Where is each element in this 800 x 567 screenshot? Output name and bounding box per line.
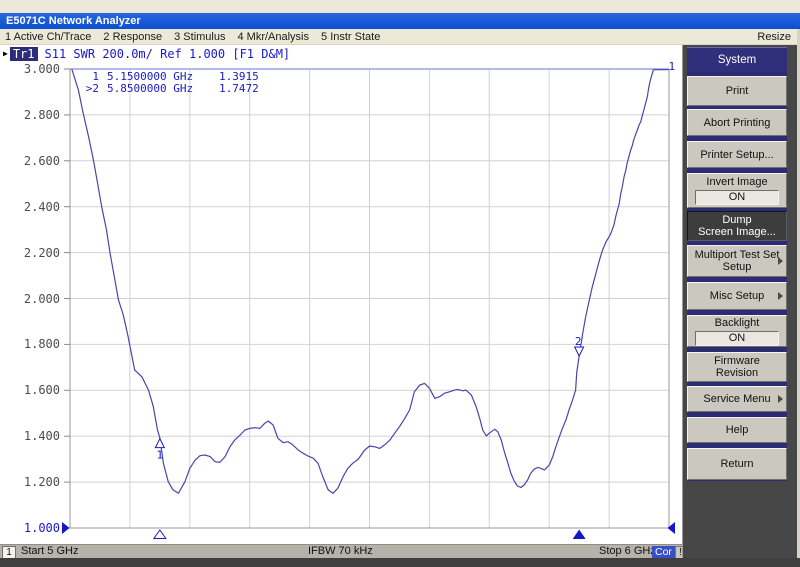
firmware-revision-button[interactable]: Firmware Revision (687, 352, 787, 382)
service-menu-button[interactable]: Service Menu (687, 386, 787, 412)
softkey-state: ON (695, 190, 779, 205)
marker-value: 1.7472 (219, 83, 259, 95)
y-tick-label: 2.800 (4, 109, 60, 121)
submenu-arrow-icon (778, 292, 783, 300)
softkey-label: Invert Image (706, 176, 767, 188)
softkey-label: Printer Setup... (700, 149, 773, 161)
y-tick-label: 1.600 (4, 384, 60, 396)
multiport-test-set-setup-button[interactable]: Multiport Test Set Setup (687, 245, 787, 277)
softkey-label: Firmware Revision (714, 355, 760, 379)
menu-item-4[interactable]: 4 Mkr/Analysis (237, 31, 309, 43)
submenu-arrow-icon (778, 395, 783, 403)
start-frequency-label: Start 5 GHz (21, 545, 78, 558)
softkey-label: Dump Screen Image... (698, 214, 776, 238)
y-tick-label: 3.000 (4, 63, 60, 75)
submenu-arrow-icon (778, 257, 783, 265)
status-bar: 1 Start 5 GHz IFBW 70 kHz Stop 6 GHz Cor… (0, 544, 684, 558)
resize-control[interactable]: Resize (757, 31, 800, 43)
window-title: E5071C Network Analyzer (6, 15, 141, 27)
printer-setup-button[interactable]: Printer Setup... (687, 141, 787, 168)
y-tick-label: 1.400 (4, 430, 60, 442)
stop-frequency-label: Stop 6 GHz (599, 545, 656, 558)
softkey-label: Help (726, 424, 749, 436)
softkey-label: Service Menu (703, 393, 770, 405)
menu-item-3[interactable]: 3 Stimulus (174, 31, 225, 43)
print-button[interactable]: Print (687, 76, 787, 106)
trace-name-badge[interactable]: Tr1 (10, 47, 38, 61)
menu-bar: 1 Active Ch/Trace 2 Response 3 Stimulus 4 M… (0, 29, 800, 45)
softkey-menu-title: System (687, 47, 787, 73)
y-tick-label: 1.000 (4, 522, 60, 534)
y-tick-label: 1.800 (4, 338, 60, 350)
menu-item-1[interactable]: 1 Active Ch/Trace (5, 31, 91, 43)
softkey-label: Backlight (715, 317, 760, 329)
dump-screen-image-button[interactable]: Dump Screen Image... (687, 211, 787, 241)
trace-status-bar: ▶ Tr1 S11 SWR 200.0m/ Ref 1.000 [F1 D&M] (0, 46, 290, 61)
softkey-state: ON (695, 331, 779, 346)
softkey-label: Multiport Test Set Setup (695, 249, 780, 273)
backlight-button[interactable]: Backlight ON (687, 315, 787, 347)
menu-items: 1 Active Ch/Trace 2 Response 3 Stimulus 4 M… (0, 31, 380, 43)
menu-item-2[interactable]: 2 Response (103, 31, 162, 43)
active-trace-arrow-icon: ▶ (3, 49, 8, 58)
y-tick-label: 2.400 (4, 201, 60, 213)
ifbw-label: IFBW 70 kHz (308, 545, 373, 558)
correction-badge: Cor (652, 546, 675, 558)
y-tick-label: 2.600 (4, 155, 60, 167)
analyzer-window: E5071C Network Analyzer 1 Active Ch/Trac… (0, 0, 800, 567)
y-tick-label: 2.000 (4, 293, 60, 305)
return-button[interactable]: Return (687, 448, 787, 480)
softkey-label: Return (720, 458, 753, 470)
menu-item-5[interactable]: 5 Instr State (321, 31, 380, 43)
plot-panel (0, 45, 682, 544)
trace-parameters: S11 SWR 200.0m/ Ref 1.000 [F1 D&M] (45, 47, 291, 61)
y-tick-label: 2.200 (4, 247, 60, 259)
title-bar: E5071C Network Analyzer (0, 13, 800, 29)
softkey-label: Misc Setup (710, 290, 764, 302)
marker-readout-row: >2 5.8500000 GHz1.7472 (79, 83, 259, 95)
marker-frequency: 5.8500000 GHz (107, 83, 219, 95)
window-bottom-frame (0, 558, 800, 567)
invert-image-button[interactable]: Invert Image ON (687, 173, 787, 208)
abort-printing-button[interactable]: Abort Printing (687, 109, 787, 136)
softkey-buttons: Print Abort Printing Printer Setup... Inver… (687, 72, 787, 481)
y-tick-label: 1.200 (4, 476, 60, 488)
softkey-label: Print (726, 85, 749, 97)
window-top-frame (0, 0, 800, 13)
misc-setup-button[interactable]: Misc Setup (687, 282, 787, 310)
marker-number: >2 (79, 83, 99, 95)
help-button[interactable]: Help (687, 417, 787, 443)
softkey-label: Abort Printing (704, 117, 771, 129)
